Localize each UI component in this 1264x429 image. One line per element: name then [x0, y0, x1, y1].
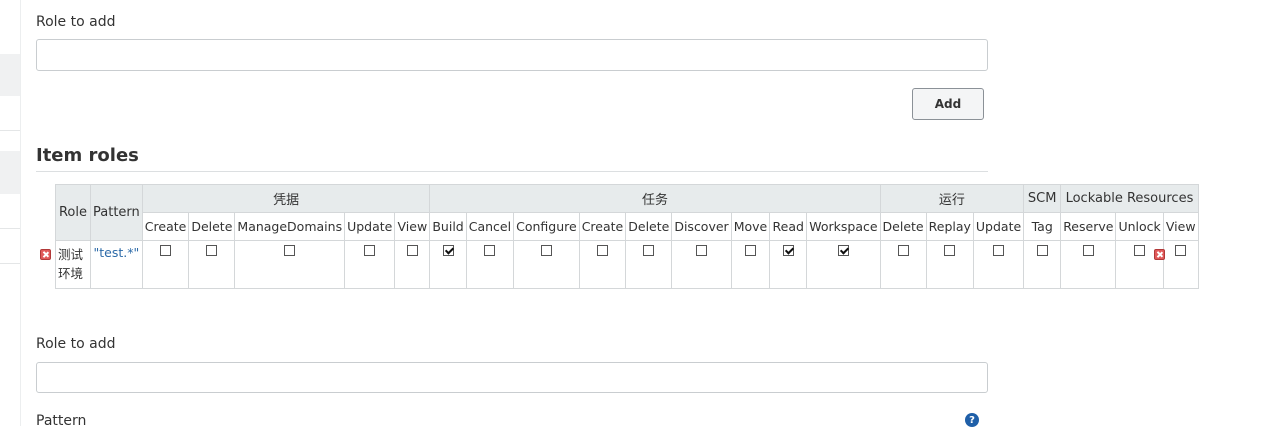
perm-cell: [671, 240, 732, 289]
permission-checkbox[interactable]: [540, 245, 552, 256]
permission-checkbox[interactable]: [1036, 245, 1048, 256]
perm-cell: [1060, 240, 1117, 289]
permission-checkbox[interactable]: [837, 245, 849, 256]
permission-checkbox[interactable]: [364, 245, 376, 256]
perm-cell: [234, 240, 346, 289]
perm-header: Cancel: [465, 212, 515, 241]
permission-checkbox[interactable]: [284, 245, 296, 256]
permission-checkbox[interactable]: [897, 245, 909, 256]
group-header-job: 任务: [429, 184, 881, 213]
group-header-scm: SCM: [1023, 184, 1062, 213]
permission-checkbox[interactable]: [744, 245, 756, 256]
group-header-run: 运行: [879, 184, 1025, 213]
permission-checkbox[interactable]: [484, 245, 496, 256]
perm-header: Create: [578, 212, 627, 241]
group-header-credentials: 凭据: [141, 184, 431, 213]
role-column-header: Role: [55, 184, 91, 241]
permission-checkbox[interactable]: [596, 245, 608, 256]
perm-header: Create: [141, 212, 190, 241]
perm-header: View: [1162, 212, 1199, 241]
perm-header: Delete: [188, 212, 236, 241]
perm-cell: [806, 240, 881, 289]
perm-header: Tag: [1023, 212, 1062, 241]
permission-checkbox[interactable]: [1175, 245, 1187, 256]
perm-cell: [1023, 240, 1062, 289]
perm-cell: [625, 240, 673, 289]
role-name-line: 测试: [58, 247, 84, 262]
perm-cell: [465, 240, 515, 289]
group-header-lockable-resources: Lockable Resources: [1060, 184, 1199, 213]
perm-cell: [730, 240, 771, 289]
role-to-add-label: Role to add: [36, 14, 116, 30]
perm-header: Delete: [625, 212, 673, 241]
perm-header: Reserve: [1060, 212, 1117, 241]
perm-header: Build: [429, 212, 467, 241]
perm-cell: [879, 240, 927, 289]
pattern-link[interactable]: "test.*": [90, 240, 143, 289]
pattern-column-header: Pattern: [90, 184, 143, 241]
role-to-add-input-2[interactable]: [36, 362, 988, 393]
perm-header: Workspace: [806, 212, 881, 241]
delete-row-icon-left[interactable]: [40, 249, 51, 260]
perm-cell: [578, 240, 627, 289]
perm-header: Update: [344, 212, 396, 241]
item-roles-title: Item roles: [36, 145, 139, 166]
perm-cell: [925, 240, 974, 289]
item-roles-table: Role Pattern 凭据 任务 运行 SCM Lockable Resou…: [55, 184, 1199, 289]
permission-checkbox[interactable]: [696, 245, 707, 256]
perm-cell: [769, 240, 808, 289]
perm-header: Discover: [671, 212, 732, 241]
permission-checkbox[interactable]: [206, 245, 218, 256]
permission-checkbox[interactable]: [442, 245, 454, 256]
sidebar-divider: [0, 130, 20, 131]
pattern-label: Pattern: [36, 413, 87, 429]
permission-checkbox[interactable]: [993, 245, 1005, 256]
perm-cell: [1162, 240, 1199, 289]
perm-cell: [188, 240, 236, 289]
permission-checkbox[interactable]: [782, 245, 794, 256]
permission-checkbox[interactable]: [160, 245, 172, 256]
perm-header: ManageDomains: [234, 212, 346, 241]
sidebar-divider: [0, 263, 20, 264]
perm-header: Read: [769, 212, 808, 241]
perm-header: Configure: [513, 212, 580, 241]
role-name-line: 环境: [58, 266, 84, 281]
sidebar-item[interactable]: [0, 54, 20, 96]
sidebar-item[interactable]: [0, 151, 20, 194]
permission-checkbox[interactable]: [643, 245, 655, 256]
role-to-add-label-2: Role to add: [36, 336, 116, 352]
perm-header: Unlock: [1115, 212, 1164, 241]
table-row: 测试 环境 "test.*": [55, 240, 1199, 289]
perm-cell: [394, 240, 431, 289]
perm-header: View: [394, 212, 431, 241]
role-to-add-input[interactable]: [36, 39, 988, 71]
perm-cell: [1115, 240, 1164, 289]
help-icon[interactable]: ?: [965, 413, 979, 427]
perm-cell: [972, 240, 1025, 289]
permission-checkbox[interactable]: [944, 245, 956, 256]
role-name-cell: 测试 环境: [55, 240, 91, 289]
perm-cell: [141, 240, 190, 289]
title-divider: [36, 171, 988, 172]
permission-checkbox[interactable]: [1082, 245, 1094, 256]
perm-header: Replay: [925, 212, 974, 241]
perm-cell: [429, 240, 467, 289]
add-button[interactable]: Add: [912, 88, 984, 120]
permission-checkbox[interactable]: [1134, 245, 1146, 256]
sidebar-divider: [0, 228, 20, 229]
perm-cell: [344, 240, 396, 289]
perm-header: Update: [972, 212, 1025, 241]
perm-header: Move: [730, 212, 771, 241]
perm-cell: [513, 240, 580, 289]
delete-row-icon-right[interactable]: [1154, 249, 1165, 260]
permission-checkbox[interactable]: [406, 245, 418, 256]
perm-header: Delete: [879, 212, 927, 241]
